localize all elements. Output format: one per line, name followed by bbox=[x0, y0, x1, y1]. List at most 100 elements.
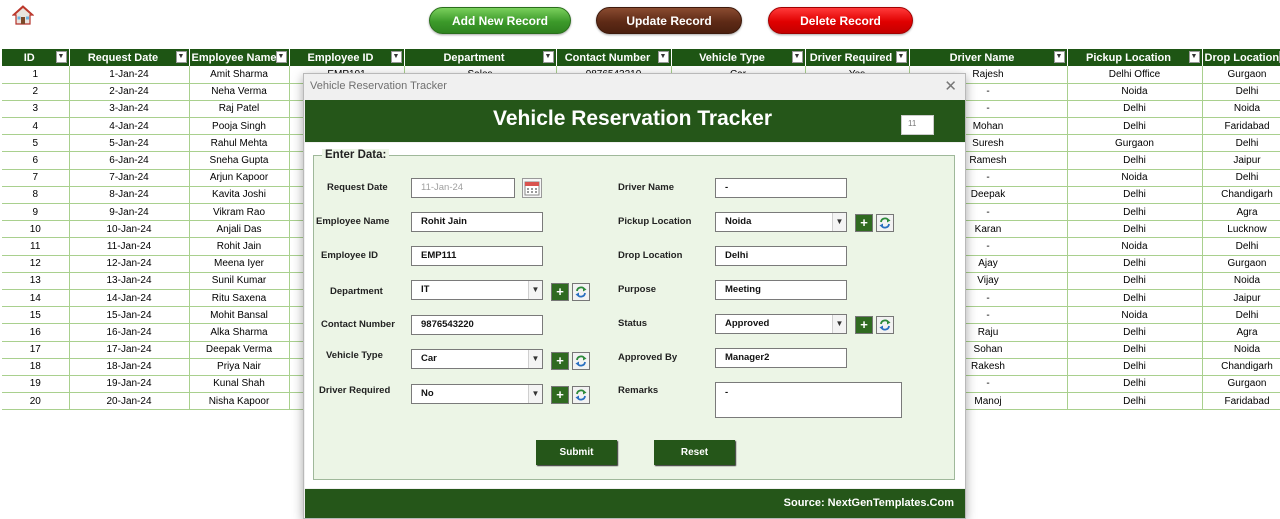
table-cell[interactable]: 4-Jan-24 bbox=[69, 117, 190, 136]
table-cell[interactable]: Ritu Saxena bbox=[189, 289, 290, 308]
table-cell[interactable]: 7-Jan-24 bbox=[69, 169, 190, 187]
department-select[interactable]: IT ▼ bbox=[411, 280, 543, 300]
submit-button[interactable]: Submit bbox=[536, 440, 617, 465]
table-cell[interactable]: Amit Sharma bbox=[189, 66, 290, 84]
remarks-field[interactable]: - bbox=[715, 382, 902, 418]
chevron-down-icon[interactable]: ▼ bbox=[832, 213, 846, 231]
table-cell[interactable]: 11 bbox=[2, 237, 70, 256]
table-cell[interactable]: Delhi bbox=[1067, 375, 1203, 394]
table-cell[interactable]: Mohit Bansal bbox=[189, 306, 290, 325]
table-cell[interactable]: Noida bbox=[1067, 306, 1203, 325]
table-cell[interactable]: 2-Jan-24 bbox=[69, 83, 190, 101]
table-cell[interactable]: 15-Jan-24 bbox=[69, 306, 190, 325]
table-cell[interactable]: Alka Sharma bbox=[189, 323, 290, 342]
driver-name-field[interactable]: - bbox=[715, 178, 847, 198]
table-cell[interactable]: 16 bbox=[2, 323, 70, 342]
purpose-field[interactable]: Meeting bbox=[715, 280, 847, 300]
table-cell[interactable]: Noida bbox=[1067, 169, 1203, 187]
column-header[interactable]: Drop Location▼ bbox=[1202, 49, 1280, 66]
table-cell[interactable]: Delhi bbox=[1067, 255, 1203, 273]
table-cell[interactable]: Agra bbox=[1202, 323, 1280, 342]
table-cell[interactable]: Gurgaon bbox=[1202, 375, 1280, 394]
table-cell[interactable]: Faridabad bbox=[1202, 392, 1280, 411]
table-cell[interactable]: 18-Jan-24 bbox=[69, 358, 190, 376]
table-cell[interactable]: 6-Jan-24 bbox=[69, 151, 190, 170]
table-cell[interactable]: Delhi bbox=[1067, 323, 1203, 342]
add-vehicle-type-button[interactable]: + bbox=[551, 352, 569, 370]
table-cell[interactable]: Sunil Kumar bbox=[189, 272, 290, 290]
table-cell[interactable]: 13 bbox=[2, 272, 70, 290]
table-cell[interactable]: 18 bbox=[2, 358, 70, 376]
column-header[interactable]: Request Date ▼ bbox=[69, 49, 190, 66]
chevron-down-icon[interactable]: ▼ bbox=[528, 281, 542, 299]
pickup-location-select[interactable]: Noida ▼ bbox=[715, 212, 847, 232]
table-cell[interactable]: Raj Patel bbox=[189, 100, 290, 119]
table-cell[interactable]: Delhi Office bbox=[1067, 66, 1203, 84]
table-cell[interactable]: 15 bbox=[2, 306, 70, 325]
table-cell[interactable]: Noida bbox=[1067, 237, 1203, 256]
calendar-icon[interactable] bbox=[522, 178, 542, 198]
table-cell[interactable]: Delhi bbox=[1067, 117, 1203, 136]
status-select[interactable]: Approved ▼ bbox=[715, 314, 847, 334]
table-cell[interactable]: Delhi bbox=[1067, 341, 1203, 359]
table-cell[interactable]: Anjali Das bbox=[189, 220, 290, 239]
table-cell[interactable]: Noida bbox=[1067, 83, 1203, 101]
table-cell[interactable]: Delhi bbox=[1067, 358, 1203, 376]
table-cell[interactable]: Delhi bbox=[1067, 289, 1203, 308]
table-cell[interactable]: Delhi bbox=[1202, 83, 1280, 101]
table-cell[interactable]: Deepak Verma bbox=[189, 341, 290, 359]
table-cell[interactable]: 3-Jan-24 bbox=[69, 100, 190, 119]
table-cell[interactable]: 14 bbox=[2, 289, 70, 308]
close-icon[interactable]: ✕ bbox=[944, 77, 957, 95]
table-cell[interactable]: 13-Jan-24 bbox=[69, 272, 190, 290]
column-header[interactable]: Pickup Location ▼ bbox=[1067, 49, 1203, 66]
column-header[interactable]: Employee Name ▼ bbox=[189, 49, 290, 66]
table-cell[interactable]: Noida bbox=[1202, 341, 1280, 359]
table-cell[interactable]: Faridabad bbox=[1202, 117, 1280, 136]
table-cell[interactable]: Gurgaon bbox=[1202, 66, 1280, 84]
table-cell[interactable]: Agra bbox=[1202, 203, 1280, 222]
table-cell[interactable]: Kunal Shah bbox=[189, 375, 290, 394]
refresh-driver-required-icon[interactable] bbox=[572, 386, 590, 404]
table-cell[interactable]: Delhi bbox=[1067, 220, 1203, 239]
table-cell[interactable]: Delhi bbox=[1202, 237, 1280, 256]
chevron-down-icon[interactable]: ▼ bbox=[528, 385, 542, 403]
update-record-button[interactable]: Update Record bbox=[596, 7, 742, 34]
employee-name-field[interactable]: Rohit Jain bbox=[411, 212, 543, 232]
table-cell[interactable]: 17-Jan-24 bbox=[69, 341, 190, 359]
column-header[interactable]: Driver Name ▼ bbox=[909, 49, 1068, 66]
table-cell[interactable]: Lucknow bbox=[1202, 220, 1280, 239]
table-cell[interactable]: Jaipur bbox=[1202, 151, 1280, 170]
column-header[interactable]: Department ▼ bbox=[404, 49, 557, 66]
reset-button[interactable]: Reset bbox=[654, 440, 735, 465]
filter-dropdown-icon[interactable]: ▼ bbox=[1053, 51, 1065, 63]
table-cell[interactable]: Meena Iyer bbox=[189, 255, 290, 273]
contact-number-field[interactable]: 9876543220 bbox=[411, 315, 543, 335]
table-cell[interactable]: 9 bbox=[2, 203, 70, 222]
table-cell[interactable]: Vikram Rao bbox=[189, 203, 290, 222]
table-cell[interactable]: Chandigarh bbox=[1202, 186, 1280, 205]
table-cell[interactable]: 8 bbox=[2, 186, 70, 205]
filter-dropdown-icon[interactable]: ▼ bbox=[657, 51, 669, 63]
table-cell[interactable]: 19-Jan-24 bbox=[69, 375, 190, 394]
table-cell[interactable]: 2 bbox=[2, 83, 70, 101]
request-date-field[interactable]: 11-Jan-24 bbox=[411, 178, 515, 198]
approved-by-field[interactable]: Manager2 bbox=[715, 348, 847, 368]
filter-dropdown-icon[interactable]: ▼ bbox=[1188, 51, 1200, 63]
column-header[interactable]: Vehicle Type ▼ bbox=[671, 49, 806, 66]
table-cell[interactable]: 20-Jan-24 bbox=[69, 392, 190, 411]
refresh-vehicle-type-icon[interactable] bbox=[572, 352, 590, 370]
column-header[interactable]: Driver Required ▼ bbox=[805, 49, 910, 66]
table-cell[interactable]: 9-Jan-24 bbox=[69, 203, 190, 222]
table-cell[interactable]: 4 bbox=[2, 117, 70, 136]
table-cell[interactable]: Gurgaon bbox=[1202, 255, 1280, 273]
table-cell[interactable]: 11-Jan-24 bbox=[69, 237, 190, 256]
refresh-department-icon[interactable] bbox=[572, 283, 590, 301]
table-cell[interactable]: Delhi bbox=[1067, 100, 1203, 119]
home-icon[interactable] bbox=[11, 5, 35, 25]
table-cell[interactable]: Delhi bbox=[1067, 151, 1203, 170]
table-cell[interactable]: Priya Nair bbox=[189, 358, 290, 376]
vehicle-type-select[interactable]: Car ▼ bbox=[411, 349, 543, 369]
table-cell[interactable]: 1 bbox=[2, 66, 70, 84]
table-cell[interactable]: Arjun Kapoor bbox=[189, 169, 290, 187]
